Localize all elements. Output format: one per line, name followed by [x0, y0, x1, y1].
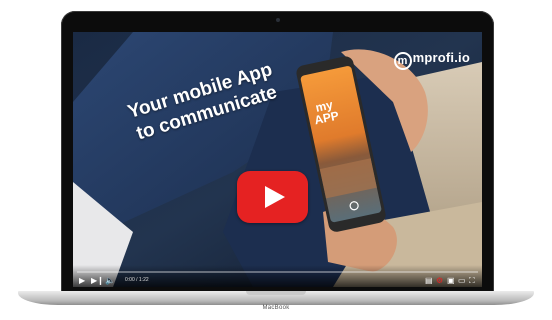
play-button[interactable] [237, 171, 308, 223]
next-icon[interactable]: ▶❙ [91, 276, 104, 285]
camera [275, 18, 280, 22]
time-display: 0:00 / 1:22 [125, 277, 149, 283]
base-notch [246, 291, 306, 295]
theater-icon[interactable]: ▭ [458, 276, 466, 285]
phone-app-label: my APP [313, 97, 341, 128]
brand-logo: m mprofi.io [393, 50, 470, 70]
miniplayer-icon[interactable]: ▣ [447, 276, 455, 285]
settings-icon[interactable]: ⚙ [436, 276, 443, 285]
device-brand-label: MacBook [262, 305, 290, 311]
play-icon[interactable]: ▶ [79, 276, 85, 285]
logo-mark-icon: m [393, 52, 412, 70]
video-player[interactable]: my APP m mprofi.io Your mobile App to com… [73, 32, 482, 287]
fullscreen-icon[interactable]: ⛶ [469, 276, 475, 285]
player-controls: ▶ ▶❙ 🔈 0:00 / 1:22 ▤ ⚙ ▣ ▭ ⛶ [73, 265, 482, 287]
laptop-lid: my APP m mprofi.io Your mobile App to com… [61, 11, 494, 293]
volume-icon[interactable]: 🔈 [105, 276, 115, 285]
logo-text: mprofi.io [412, 50, 470, 65]
progress-bar[interactable] [77, 271, 478, 273]
video-frame [73, 32, 482, 287]
subtitles-icon[interactable]: ▤ [425, 276, 433, 285]
laptop-base [18, 291, 534, 305]
